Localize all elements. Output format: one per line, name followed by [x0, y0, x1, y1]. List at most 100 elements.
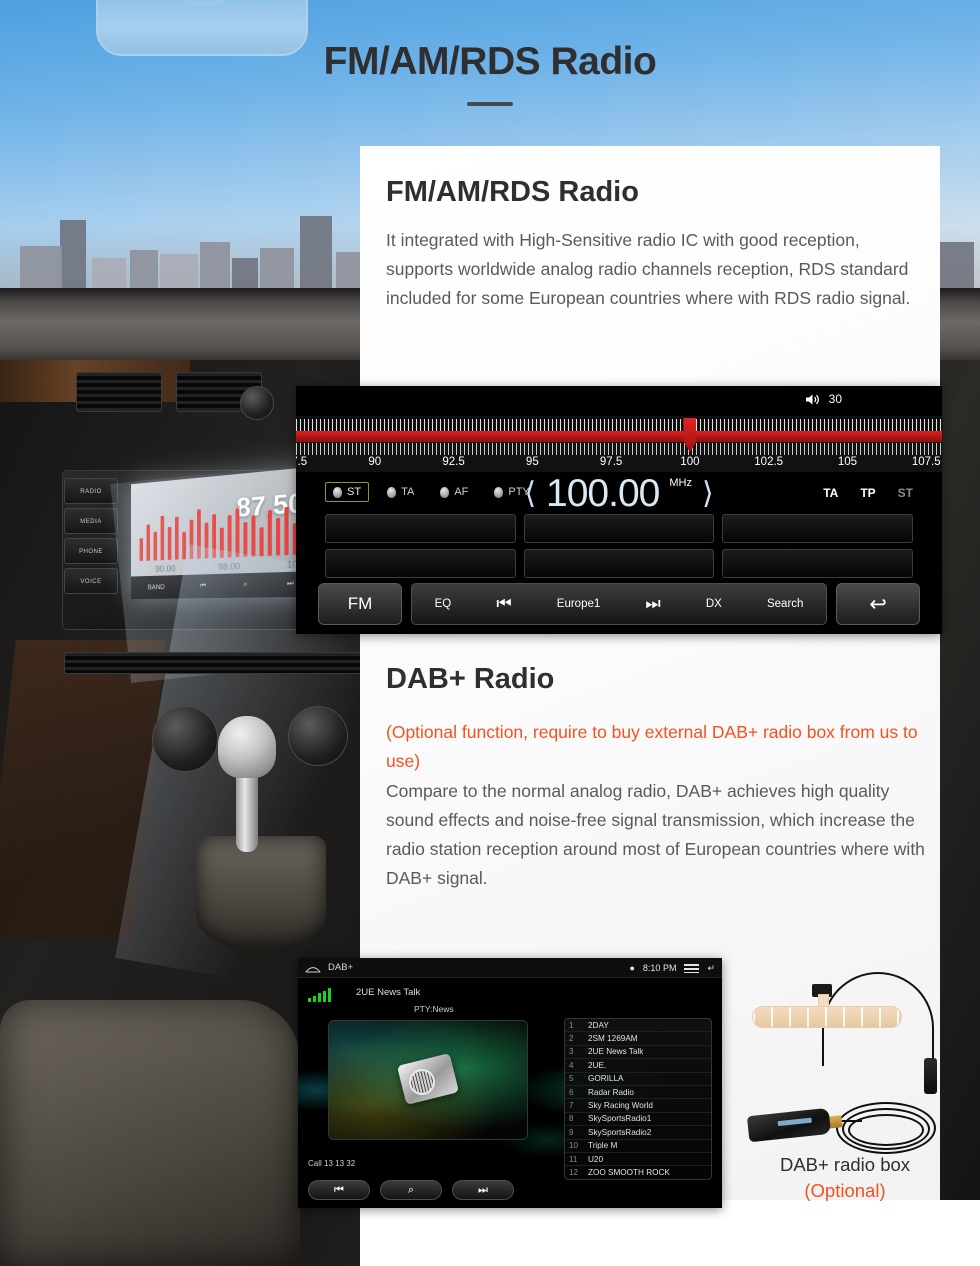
preset-grid[interactable]: [325, 514, 913, 578]
rds-dot-icon: [387, 486, 397, 498]
rds-chip-st[interactable]: ST: [325, 482, 370, 502]
rds-dot-icon: [440, 486, 450, 498]
station-list-item[interactable]: 9 SkySportsRadio2: [565, 1126, 711, 1140]
search-button[interactable]: Search: [767, 598, 803, 610]
head-unit-side-buttons[interactable]: RADIO MEDIA PHONE VOICE: [64, 478, 118, 598]
home-icon[interactable]: [305, 963, 321, 973]
tuner-tick-label: 92.5: [442, 456, 465, 468]
preset-slot[interactable]: [722, 549, 913, 578]
station-index: 2: [569, 1034, 574, 1044]
side-button-voice[interactable]: VOICE: [64, 568, 118, 594]
dab-station-name: 2UE News Talk: [356, 987, 421, 998]
station-list-item[interactable]: 11 U20: [565, 1153, 711, 1167]
dashboard-toolbar[interactable]: BAND ⏮ ⌕ ⏭: [131, 571, 315, 600]
side-button-media[interactable]: MEDIA: [64, 508, 118, 534]
dab-status-bar: DAB+ ● 8:10 PM ↵: [298, 958, 722, 978]
station-label: 2SM 1269AM: [588, 1034, 638, 1044]
station-index: 12: [569, 1167, 578, 1177]
dab-call-text: Call 13 13 32: [308, 1159, 356, 1168]
section-body-dab: Compare to the normal analog radio, DAB+…: [386, 781, 925, 888]
fm-control-strip[interactable]: EQ ⏮ Europe1 ⏭ DX Search: [411, 583, 827, 625]
dab-time: 8:10 PM: [642, 963, 677, 973]
tuner-tick-label: 87.5: [296, 456, 308, 468]
tuner-scale-labels: 87.5 90 92.5 95 97.5 100 102.5 105 107.5: [296, 456, 942, 472]
dab-transport-controls[interactable]: ⏮ ⌕ ⏭: [308, 1180, 514, 1200]
preset-slot[interactable]: [325, 514, 516, 543]
station-list-item[interactable]: 1 2DAY: [565, 1019, 711, 1033]
station-index: 6: [569, 1087, 574, 1097]
antenna-amplifier: [924, 1058, 937, 1094]
signal-bars-icon: [308, 988, 331, 1002]
section-heading-fm: FM/AM/RDS Radio: [386, 176, 639, 208]
rds-chip-af[interactable]: AF: [432, 482, 476, 502]
station-label: SkySportsRadio1: [588, 1114, 652, 1124]
band-button[interactable]: FM: [318, 583, 402, 625]
product-optional-note: (Optional): [804, 1180, 886, 1201]
rds-indicators-left[interactable]: ST TA AF PTY: [325, 482, 538, 502]
station-list-item[interactable]: 2 2SM 1269AM: [565, 1032, 711, 1046]
cable-coil-inner: [848, 1114, 924, 1146]
station-list-item[interactable]: 3 2UE News Talk: [565, 1046, 711, 1060]
station-label: 2UE News Talk: [588, 1047, 644, 1057]
station-list-item[interactable]: 5 GORILLA: [565, 1073, 711, 1086]
search-icon[interactable]: ⌕: [380, 1180, 442, 1200]
station-index: 3: [569, 1047, 574, 1057]
dab-radio-screenshot: DAB+ ● 8:10 PM ↵ 2UE News Talk PTY:News …: [298, 958, 722, 1208]
fm-toolbar[interactable]: FM EQ ⏮ Europe1 ⏭ DX Search ↩: [296, 580, 942, 628]
side-button-phone[interactable]: PHONE: [64, 538, 118, 564]
back-arrow-icon[interactable]: ↩: [836, 583, 920, 625]
chevron-right-icon[interactable]: ⟩: [702, 478, 714, 509]
fm-radio-screenshot: 30 87.59092.59597.5100102.5105107.5 ST TA…: [296, 386, 942, 634]
rds-chip-label: TA: [401, 486, 415, 498]
air-vent-left: [76, 372, 162, 412]
station-list-item[interactable]: 10 Triple M: [565, 1140, 711, 1153]
skip-previous-icon[interactable]: ⏮: [200, 582, 206, 590]
station-list-item[interactable]: 8 SkySportsRadio1: [565, 1113, 711, 1127]
dab-station-list[interactable]: 1 2DAY 2 2SM 1269AM 3 2UE News Talk 4 2UE. 5 GORI…: [564, 1018, 712, 1180]
preset-slot[interactable]: [325, 549, 516, 578]
dab-main-area: 2UE News Talk PTY:News 1 2DAY 2 2SM 1269AM 3…: [298, 978, 722, 1208]
fm-status-bar: 30: [296, 386, 942, 416]
skip-previous-icon[interactable]: ⏮: [496, 594, 511, 614]
station-label: 2UE.: [588, 1060, 607, 1070]
search-icon[interactable]: ⌕: [243, 581, 247, 589]
preset-slot[interactable]: [523, 514, 715, 543]
skip-next-icon[interactable]: ⏭: [645, 594, 660, 614]
back-arrow-icon[interactable]: ↵: [707, 963, 715, 974]
frequency-unit: MHz: [669, 477, 692, 489]
station-list-item[interactable]: 12 ZOO SMOOTH ROCK: [565, 1166, 711, 1179]
station-list-item[interactable]: 7 Sky Racing World: [565, 1099, 711, 1113]
eq-button[interactable]: EQ: [435, 598, 452, 610]
skip-previous-icon[interactable]: ⏮: [308, 1180, 370, 1200]
station-label: U20: [588, 1154, 604, 1164]
page-title: FM/AM/RDS Radio: [323, 40, 657, 83]
volume-value: 30: [828, 392, 842, 406]
chevron-left-icon[interactable]: ⟨: [524, 478, 536, 509]
preset-slot[interactable]: [722, 514, 913, 543]
section-body-fm: It integrated with High-Sensitive radio …: [386, 230, 911, 308]
station-list-item[interactable]: 6 Radar Radio: [565, 1086, 711, 1100]
dx-button[interactable]: DX: [706, 598, 722, 610]
station-index: 4: [569, 1060, 574, 1070]
front-seat: [0, 1000, 300, 1266]
skip-next-icon[interactable]: ⏭: [287, 580, 294, 589]
station-list-item[interactable]: 4 2UE.: [565, 1059, 711, 1073]
dashboard-band-button[interactable]: BAND: [148, 584, 165, 591]
rds-dot-icon: [494, 486, 504, 498]
station-index: 5: [569, 1074, 574, 1084]
station-label: SkySportsRadio2: [588, 1127, 652, 1137]
skip-next-icon[interactable]: ⏭: [452, 1180, 514, 1200]
station-label: Radar Radio: [588, 1087, 634, 1097]
tuner-tick-label: 105: [837, 456, 858, 468]
tuner-ticks-bottom: [296, 443, 942, 455]
preset-slot[interactable]: [523, 549, 715, 578]
frequency-value: 100.00: [546, 472, 660, 515]
hamburger-menu-icon[interactable]: [684, 963, 700, 973]
rds-status-tp: TP: [860, 486, 876, 500]
fm-tuner-scale[interactable]: 87.5 90 92.5 95 97.5 100 102.5 105 107.5: [296, 416, 942, 472]
side-button-radio[interactable]: RADIO: [64, 478, 118, 504]
station-label: GORILLA: [588, 1074, 624, 1084]
rds-chip-label: ST: [347, 486, 362, 498]
rds-chip-ta[interactable]: TA: [379, 482, 422, 502]
dashboard-scale-tick: 90.00: [155, 563, 176, 574]
